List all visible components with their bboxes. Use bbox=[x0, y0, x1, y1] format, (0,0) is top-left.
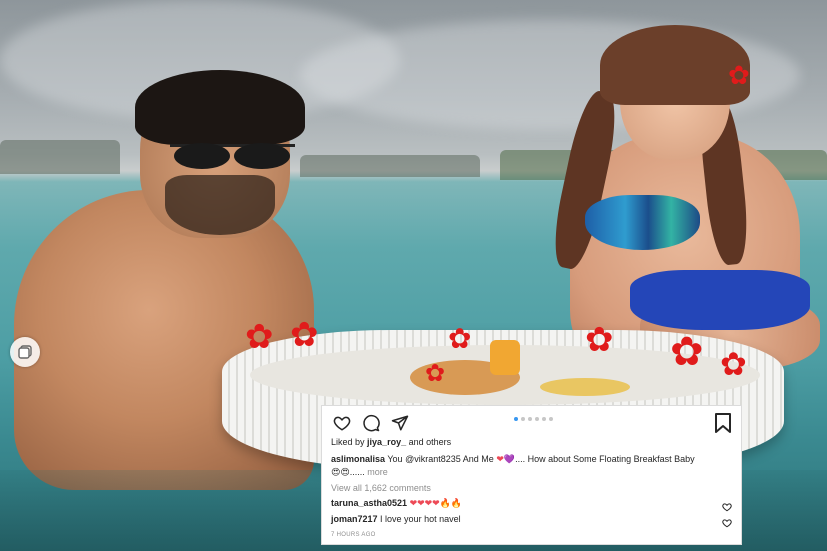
caption: aslimonalisa You @vikrant8235 And Me ❤💜.… bbox=[331, 454, 695, 465]
comment-username-link[interactable]: joman7217 bbox=[331, 514, 378, 524]
comment-row: taruna_astha0521 ❤❤❤❤🔥🔥 bbox=[331, 498, 462, 509]
liked-by-user-link[interactable]: jiya_roy_ bbox=[367, 437, 406, 447]
carousel-dot bbox=[521, 417, 525, 421]
comment-icon[interactable] bbox=[361, 413, 381, 433]
carousel-dot bbox=[542, 417, 546, 421]
comment-like-heart-icon[interactable] bbox=[722, 515, 732, 528]
comment-text: ❤❤❤❤🔥🔥 bbox=[409, 499, 463, 509]
share-icon[interactable] bbox=[390, 413, 410, 433]
likes-suffix: and others bbox=[408, 437, 452, 447]
carousel-dots bbox=[514, 417, 553, 421]
caption-username-link[interactable]: aslimonalisa bbox=[331, 454, 385, 464]
heart-icon[interactable] bbox=[332, 413, 352, 433]
carousel-dot bbox=[514, 417, 518, 421]
carousel-dot bbox=[528, 417, 532, 421]
carousel-dot bbox=[535, 417, 539, 421]
caption-emojis-1: ❤💜 bbox=[496, 455, 516, 465]
comment-like-heart-icon[interactable] bbox=[722, 499, 732, 512]
caption-text-3: .... How about Some Floating Breakfast B… bbox=[515, 454, 695, 464]
post-card: Liked by jiya_roy_ and others aslimonali… bbox=[321, 405, 742, 545]
caption-mention-link[interactable]: @vikrant8235 bbox=[405, 454, 461, 464]
comment-username-link[interactable]: taruna_astha0521 bbox=[331, 498, 407, 508]
caption-text-1: You bbox=[387, 454, 403, 464]
view-comments-link[interactable]: View all 1,662 comments bbox=[331, 483, 431, 493]
comment-text: I love your hot navel bbox=[380, 514, 461, 524]
bookmark-icon[interactable] bbox=[714, 413, 734, 433]
caption-continued: 😍😍...... more bbox=[331, 467, 388, 478]
caption-ellipsis: ...... bbox=[349, 467, 365, 477]
likes-prefix: Liked by bbox=[331, 437, 365, 447]
action-bar bbox=[332, 413, 410, 433]
post-timestamp: 7 HOURS AGO bbox=[331, 532, 376, 538]
likes-line: Liked by jiya_roy_ and others bbox=[331, 437, 451, 447]
carousel-indicator-icon[interactable] bbox=[10, 337, 40, 367]
more-link[interactable]: more bbox=[367, 467, 388, 477]
caption-text-2: And Me bbox=[462, 454, 494, 464]
caption-emojis-2: 😍😍 bbox=[331, 468, 350, 478]
comment-row: joman7217 I love your hot navel bbox=[331, 514, 461, 524]
carousel-dot bbox=[549, 417, 553, 421]
